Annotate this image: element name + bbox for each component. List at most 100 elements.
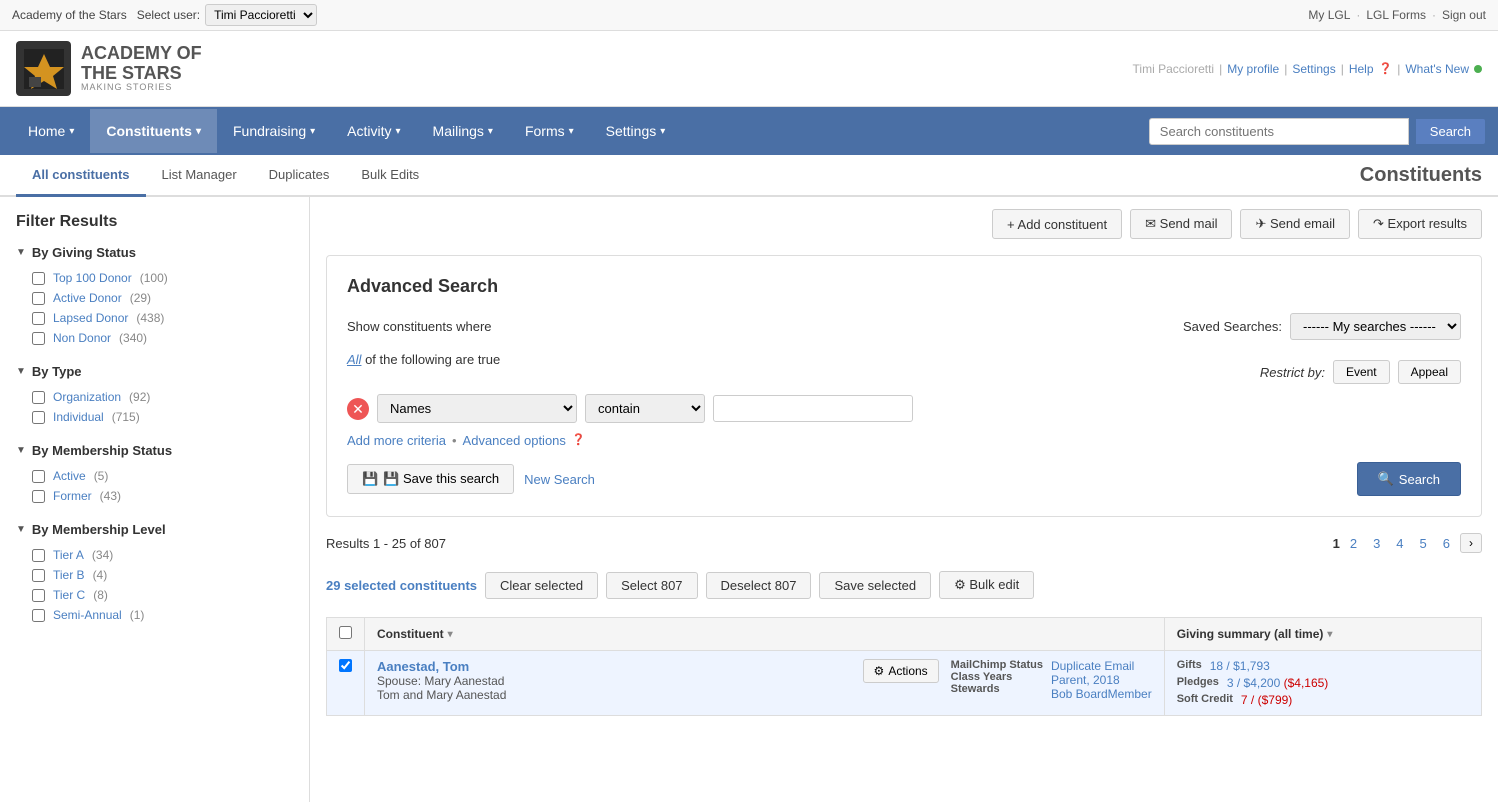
row-checkbox[interactable]: [339, 659, 352, 672]
checkbox-tier-a[interactable]: [32, 549, 45, 562]
my-lgl-link[interactable]: My LGL: [1308, 8, 1350, 22]
organization-link[interactable]: Organization: [53, 390, 121, 404]
tier-b-link[interactable]: Tier B: [53, 568, 85, 582]
parent-2018-link[interactable]: Parent, 2018: [1051, 673, 1120, 687]
restrict-appeal-button[interactable]: Appeal: [1398, 360, 1461, 384]
constituent-sort-link[interactable]: Constituent ▾: [377, 627, 1152, 641]
select-807-button[interactable]: Select 807: [606, 572, 697, 599]
active-donor-link[interactable]: Active Donor: [53, 291, 122, 305]
active-member-link[interactable]: Active: [53, 469, 86, 483]
checkbox-tier-b[interactable]: [32, 569, 45, 582]
help-link[interactable]: Help: [1349, 62, 1374, 76]
save-selected-button[interactable]: Save selected: [819, 572, 931, 599]
checkbox-active-member[interactable]: [32, 470, 45, 483]
my-profile-link[interactable]: My profile: [1227, 62, 1279, 76]
deselect-807-button[interactable]: Deselect 807: [706, 572, 812, 599]
tab-list-manager[interactable]: List Manager: [146, 155, 253, 197]
duplicate-email-link[interactable]: Duplicate Email: [1051, 659, 1134, 673]
non-donor-link[interactable]: Non Donor: [53, 331, 111, 345]
remove-criteria-button[interactable]: ✕: [347, 398, 369, 420]
page-4[interactable]: 4: [1390, 534, 1409, 553]
page-2[interactable]: 2: [1344, 534, 1363, 553]
type-arrow: ▼: [16, 366, 26, 377]
saved-searches-dropdown[interactable]: ------ My searches ------: [1290, 313, 1461, 340]
advanced-options-link[interactable]: Advanced options: [463, 433, 566, 448]
selected-count[interactable]: 29 selected constituents: [326, 578, 477, 593]
giving-cell: Gifts 18 / $1,793 Pledges 3 / $4,200 ($4…: [1164, 651, 1481, 716]
page-6[interactable]: 6: [1437, 534, 1456, 553]
whats-new-link[interactable]: What's New: [1405, 62, 1469, 76]
criteria-field-select[interactable]: Names Email Phone Address: [377, 394, 577, 423]
advanced-options-help-icon: ❓: [572, 433, 586, 448]
non-donor-count: (340): [119, 331, 147, 345]
page-3[interactable]: 3: [1367, 534, 1386, 553]
select-all-checkbox[interactable]: [339, 626, 352, 639]
filter-type-header[interactable]: ▼ By Type: [16, 364, 293, 379]
add-constituent-button[interactable]: + Add constituent: [992, 209, 1122, 239]
add-more-criteria-link[interactable]: Add more criteria: [347, 433, 446, 448]
criteria-operator-select[interactable]: contain equal start with: [585, 394, 705, 423]
top100-link[interactable]: Top 100 Donor: [53, 271, 132, 285]
giving-sort-link[interactable]: Giving summary (all time) ▾: [1177, 627, 1469, 641]
pledges-label: Pledges: [1177, 676, 1219, 690]
send-email-button[interactable]: ✈ Send email: [1240, 209, 1350, 239]
former-member-link[interactable]: Former: [53, 489, 92, 503]
checkbox-former-member[interactable]: [32, 490, 45, 503]
filter-membership-status-header[interactable]: ▼ By Membership Status: [16, 443, 293, 458]
tab-duplicates[interactable]: Duplicates: [253, 155, 346, 197]
tier-a-link[interactable]: Tier A: [53, 548, 84, 562]
checkbox-organization[interactable]: [32, 391, 45, 404]
membership-status-arrow: ▼: [16, 445, 26, 456]
settings-caret: ▾: [660, 126, 665, 137]
send-mail-button[interactable]: ✉ Send mail: [1130, 209, 1232, 239]
lgl-forms-link[interactable]: LGL Forms: [1366, 8, 1426, 22]
tab-all-constituents[interactable]: All constituents: [16, 155, 146, 197]
checkbox-top100[interactable]: [32, 272, 45, 285]
lapsed-donor-link[interactable]: Lapsed Donor: [53, 311, 128, 325]
bob-board-member-link[interactable]: Bob BoardMember: [1051, 687, 1152, 701]
criteria-value-input[interactable]: [713, 395, 913, 422]
clear-selected-button[interactable]: Clear selected: [485, 572, 598, 599]
nav-mailings[interactable]: Mailings ▾: [417, 109, 509, 153]
logo-area: ACADEMY OFTHE STARS MAKING STORIES: [16, 41, 202, 96]
saved-searches: Saved Searches: ------ My searches -----…: [1183, 313, 1461, 340]
new-search-link[interactable]: New Search: [524, 472, 595, 487]
semi-annual-link[interactable]: Semi-Annual: [53, 608, 122, 622]
checkbox-tier-c[interactable]: [32, 589, 45, 602]
checkbox-semi-annual[interactable]: [32, 609, 45, 622]
tab-bulk-edits[interactable]: Bulk Edits: [345, 155, 435, 197]
nav-constituents[interactable]: Constituents ▾: [90, 109, 217, 153]
checkbox-non-donor[interactable]: [32, 332, 45, 345]
filter-giving-status-header[interactable]: ▼ By Giving Status: [16, 245, 293, 260]
activity-caret: ▾: [396, 126, 401, 137]
all-link[interactable]: All: [347, 352, 361, 367]
export-results-button[interactable]: ↷ Export results: [1358, 209, 1482, 239]
sign-out-link[interactable]: Sign out: [1442, 8, 1486, 22]
filter-membership-level-header[interactable]: ▼ By Membership Level: [16, 522, 293, 537]
individual-link[interactable]: Individual: [53, 410, 104, 424]
membership-status-label: By Membership Status: [32, 443, 172, 458]
checkbox-active-donor[interactable]: [32, 292, 45, 305]
restrict-event-button[interactable]: Event: [1333, 360, 1390, 384]
nav-forms[interactable]: Forms ▾: [509, 109, 590, 153]
filter-item-organization: Organization (92): [16, 387, 293, 407]
nav-home[interactable]: Home ▾: [12, 109, 90, 153]
search-button[interactable]: Search: [1415, 118, 1486, 145]
pagination-next-button[interactable]: ›: [1460, 533, 1482, 553]
constituent-name-link[interactable]: Aanestad, Tom: [377, 659, 469, 674]
settings-link[interactable]: Settings: [1292, 62, 1335, 76]
nav-settings[interactable]: Settings ▾: [590, 109, 682, 153]
page-title: Constituents: [1360, 164, 1482, 187]
user-dropdown[interactable]: Timi Paccioretti: [205, 4, 317, 26]
nav-fundraising[interactable]: Fundraising ▾: [217, 109, 331, 153]
checkbox-lapsed-donor[interactable]: [32, 312, 45, 325]
checkbox-individual[interactable]: [32, 411, 45, 424]
search-input[interactable]: [1149, 118, 1409, 145]
tier-c-link[interactable]: Tier C: [53, 588, 85, 602]
nav-activity[interactable]: Activity ▾: [331, 109, 416, 153]
actions-button[interactable]: ⚙ Actions: [863, 659, 939, 683]
page-5[interactable]: 5: [1414, 534, 1433, 553]
main-search-button[interactable]: 🔍 Search: [1357, 462, 1461, 496]
bulk-edit-button[interactable]: ⚙ Bulk edit: [939, 571, 1034, 599]
save-search-button[interactable]: 💾 💾 Save this search: [347, 464, 514, 494]
